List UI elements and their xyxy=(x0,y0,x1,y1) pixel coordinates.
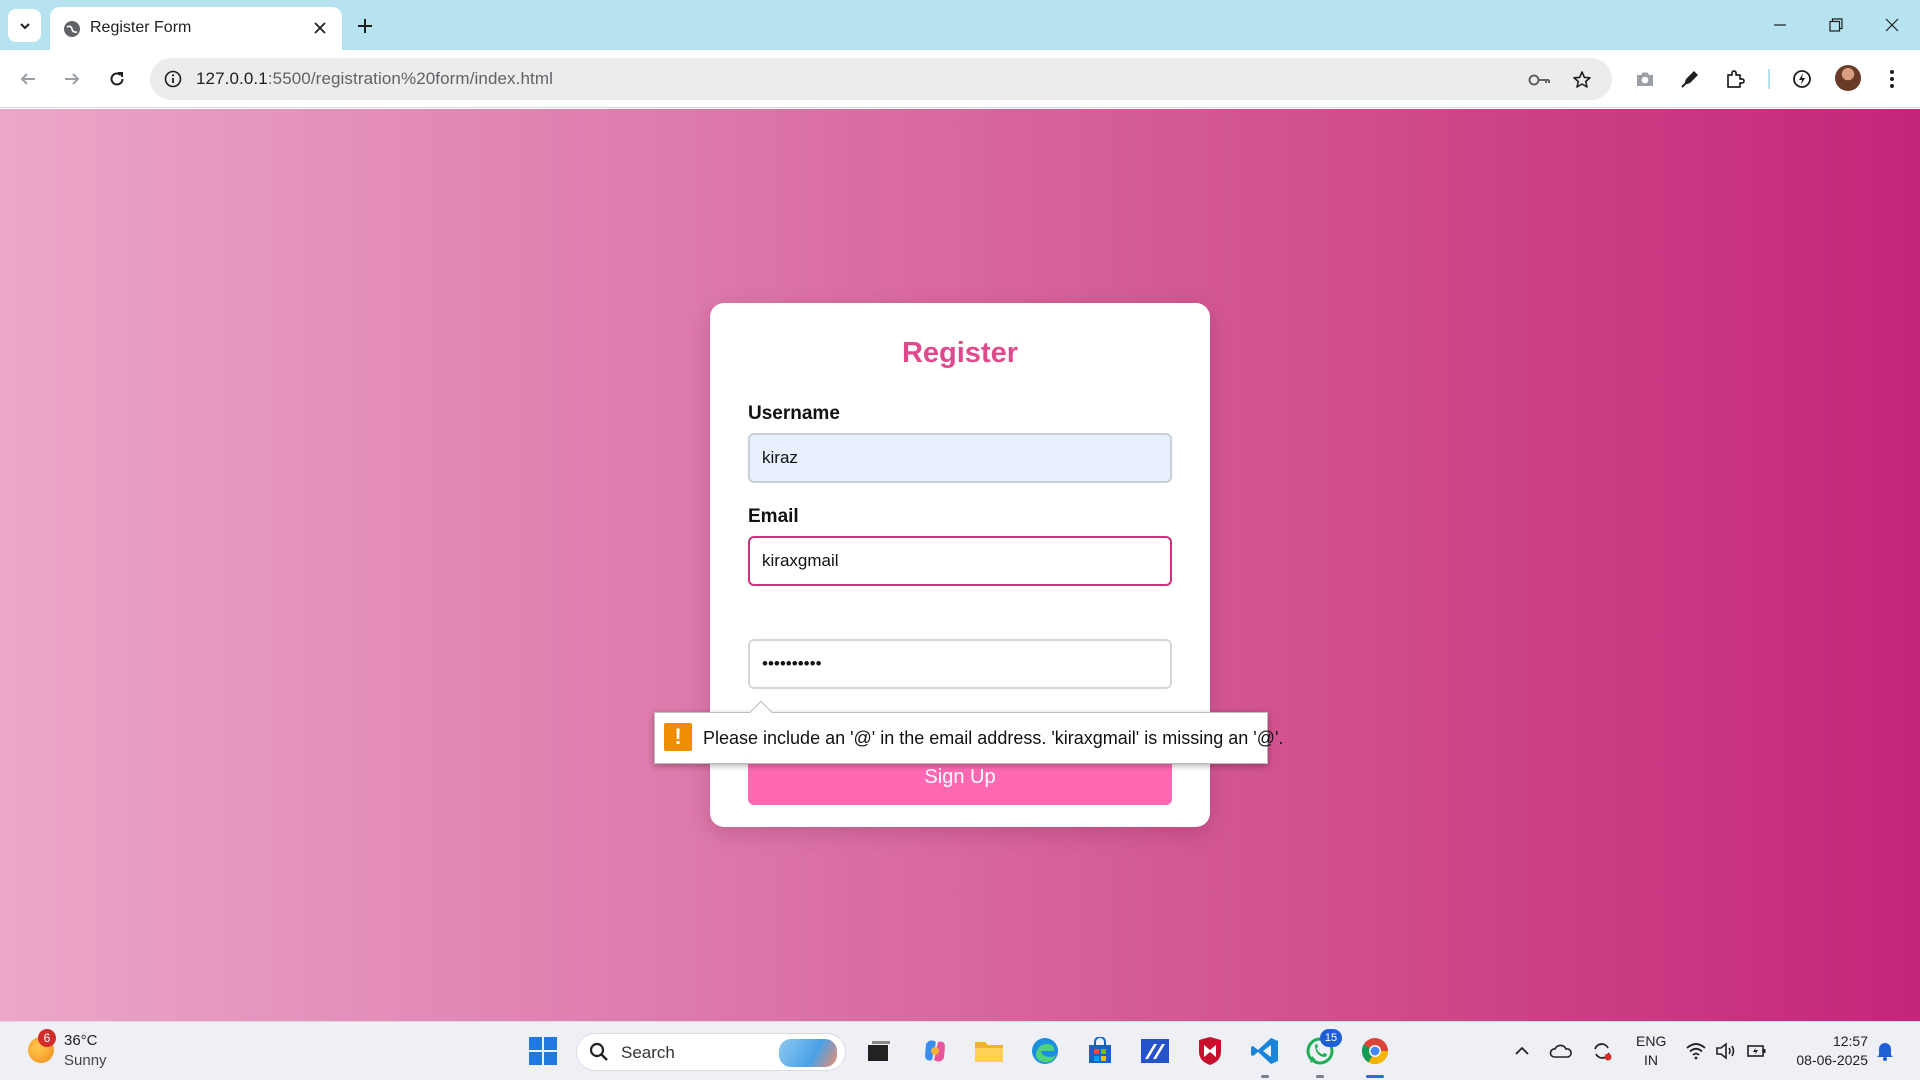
edge-browser-icon[interactable] xyxy=(1026,1032,1064,1070)
window-controls xyxy=(1752,0,1920,50)
tab-strip: Register Form xyxy=(0,0,1920,50)
new-tab-button[interactable] xyxy=(352,13,378,39)
weather-condition: Sunny xyxy=(64,1052,107,1069)
url-text: 127.0.0.1:5500/registration%20form/index… xyxy=(196,69,553,89)
taskbar: 6 36°C Sunny Search 15 ENG IN 12:57 08-0… xyxy=(0,1021,1920,1080)
sync-icon[interactable] xyxy=(1590,1039,1614,1063)
task-view-icon[interactable] xyxy=(860,1032,898,1070)
clock-time: 12:57 xyxy=(1832,1033,1868,1049)
reload-icon xyxy=(110,72,124,86)
chevron-down-icon xyxy=(19,22,30,29)
chrome-icon[interactable] xyxy=(1356,1032,1394,1070)
tab-search-button[interactable] xyxy=(8,9,41,42)
chevron-up-icon[interactable] xyxy=(1510,1039,1534,1063)
validation-tooltip: ! Please include an '@' in the email add… xyxy=(654,700,1283,764)
chrome-active-indicator xyxy=(1366,1075,1384,1078)
warning-icon: ! xyxy=(664,723,692,751)
arrow-right-icon xyxy=(65,73,80,85)
plus-icon xyxy=(358,19,372,33)
email-label: Email xyxy=(748,506,799,527)
powerautomate-icon[interactable] xyxy=(1136,1032,1174,1070)
globe-icon xyxy=(63,20,81,38)
back-button[interactable] xyxy=(12,63,44,95)
volume-icon[interactable] xyxy=(1714,1039,1738,1063)
arrow-left-icon xyxy=(20,73,35,85)
camera-icon[interactable] xyxy=(1631,65,1659,93)
tab-title: Register Form xyxy=(90,19,192,36)
restore-icon xyxy=(1829,18,1843,32)
key-icon[interactable] xyxy=(1528,68,1552,92)
weather-temperature: 36°C xyxy=(64,1032,98,1049)
url-host: 127.0.0.1 xyxy=(196,69,268,88)
mcafee-icon[interactable] xyxy=(1191,1032,1229,1070)
windows-logo-icon xyxy=(529,1037,557,1065)
close-icon xyxy=(1885,18,1899,32)
search-icon xyxy=(589,1042,608,1061)
pen-icon[interactable] xyxy=(1676,65,1704,93)
restore-button[interactable] xyxy=(1808,0,1864,50)
start-button[interactable] xyxy=(524,1032,562,1070)
close-window-button[interactable] xyxy=(1864,0,1920,50)
language-indicator[interactable]: ENG IN xyxy=(1636,1032,1666,1070)
bookmark-star-icon[interactable] xyxy=(1570,68,1594,92)
more-menu-icon[interactable] xyxy=(1878,65,1906,93)
battery-icon[interactable] xyxy=(1745,1039,1769,1063)
whatsapp-running-indicator xyxy=(1316,1075,1324,1078)
search-label: Search xyxy=(621,1043,675,1062)
minimize-icon xyxy=(1774,24,1786,26)
language-code: ENG xyxy=(1636,1033,1667,1049)
page-title: Register xyxy=(901,337,1019,369)
page-background: Register Username Email Sign Up ! Please… xyxy=(0,109,1920,1021)
site-info-icon[interactable] xyxy=(162,68,184,90)
browser-toolbar: 127.0.0.1:5500/registration%20form/index… xyxy=(0,50,1920,108)
weather-badge: 6 xyxy=(38,1029,56,1047)
clock-date: 08-06-2025 xyxy=(1796,1052,1868,1068)
url-path: :5500/registration%20form/index.html xyxy=(267,69,553,88)
taskbar-search[interactable]: Search xyxy=(576,1033,846,1071)
notification-bell-icon[interactable] xyxy=(1873,1039,1897,1063)
performance-icon[interactable] xyxy=(1788,65,1816,93)
username-input[interactable] xyxy=(748,433,1172,483)
vscode-running-indicator xyxy=(1261,1075,1269,1078)
profile-avatar[interactable] xyxy=(1835,65,1861,91)
search-highlight-art xyxy=(779,1039,837,1067)
tab-register-form[interactable]: Register Form xyxy=(50,7,342,50)
toolbar-separator xyxy=(1768,69,1770,89)
validation-message: Please include an '@' in the email addre… xyxy=(703,728,1284,748)
username-label: Username xyxy=(748,403,840,424)
reload-button[interactable] xyxy=(101,63,133,95)
whatsapp-badge: 15 xyxy=(1320,1029,1342,1047)
close-tab-icon[interactable] xyxy=(310,18,330,38)
onedrive-icon[interactable] xyxy=(1549,1039,1573,1063)
minimize-button[interactable] xyxy=(1752,0,1808,50)
clock[interactable]: 12:57 08-06-2025 xyxy=(1784,1032,1868,1070)
password-input[interactable] xyxy=(748,639,1172,689)
extensions-icon[interactable] xyxy=(1721,65,1749,93)
language-region: IN xyxy=(1644,1052,1658,1068)
vscode-icon[interactable] xyxy=(1246,1032,1284,1070)
address-bar[interactable]: 127.0.0.1:5500/registration%20form/index… xyxy=(150,58,1612,100)
file-explorer-icon[interactable] xyxy=(970,1032,1008,1070)
copilot-icon[interactable] xyxy=(916,1032,954,1070)
microsoft-store-icon[interactable] xyxy=(1081,1032,1119,1070)
email-input[interactable] xyxy=(748,536,1172,586)
forward-button[interactable] xyxy=(56,63,88,95)
wifi-icon[interactable] xyxy=(1684,1039,1708,1063)
